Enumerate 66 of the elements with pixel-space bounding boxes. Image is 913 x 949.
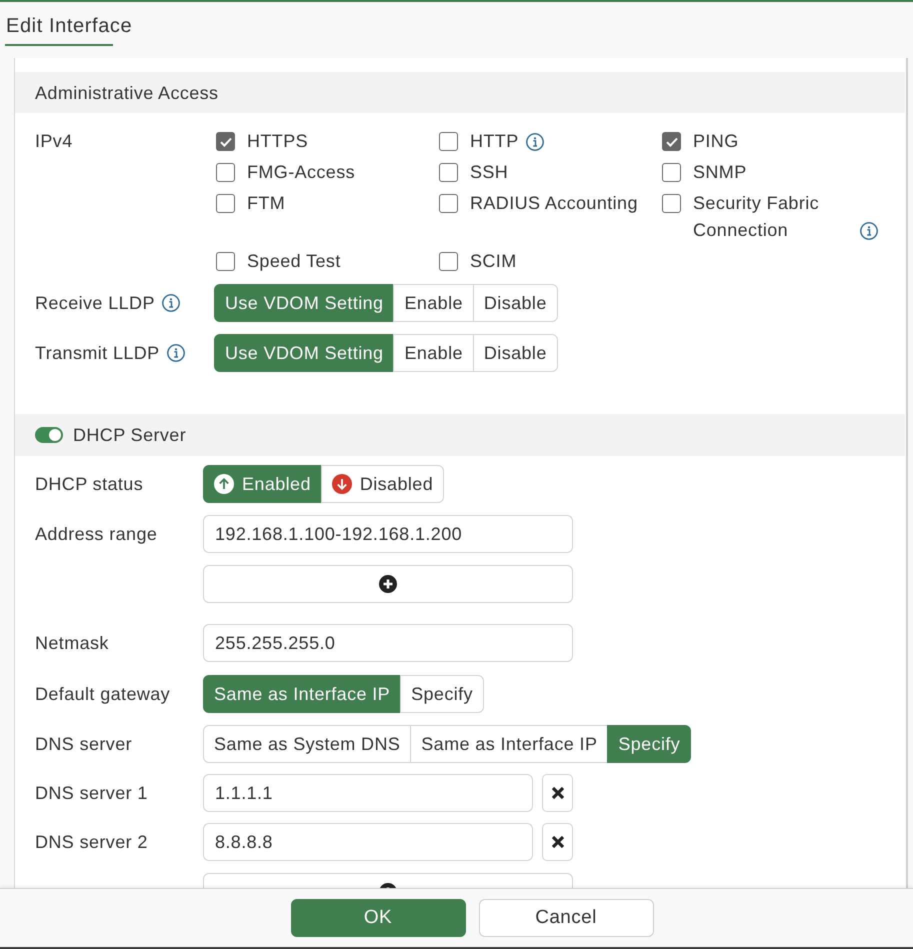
segment-button[interactable]: Enabled: [203, 465, 322, 503]
remove-button[interactable]: [542, 774, 573, 812]
checkbox[interactable]: [439, 252, 458, 271]
checkbox-label: FTM: [247, 192, 286, 215]
field-label: DNS server: [35, 733, 134, 756]
info-icon: [162, 294, 180, 312]
field-label: Address range: [35, 523, 158, 546]
field-label: DNS server 1: [35, 782, 149, 805]
x-icon: [550, 835, 564, 849]
checkbox-label: SCIM: [470, 250, 517, 273]
checkbox[interactable]: [439, 194, 458, 213]
checkbox-label: PING: [693, 130, 739, 153]
checkbox[interactable]: [216, 163, 235, 182]
dns-server-field[interactable]: 8.8.8.8: [203, 823, 533, 861]
checkbox-label: FMG-Access: [247, 161, 356, 184]
segment-button[interactable]: Use VDOM Setting: [214, 284, 394, 322]
info-icon: [860, 222, 878, 240]
dialog-title: Edit Interface: [6, 14, 132, 39]
field-label: Netmask: [35, 632, 110, 655]
segment-button[interactable]: Specify: [607, 725, 692, 763]
checkbox[interactable]: [662, 163, 681, 182]
section-title: DHCP Server: [73, 424, 186, 446]
ok-button[interactable]: OK: [290, 899, 466, 937]
segment-button[interactable]: Enable: [393, 334, 474, 372]
checkbox[interactable]: [439, 132, 458, 151]
checkbox-label: SNMP: [693, 161, 747, 184]
checkbox[interactable]: [216, 194, 235, 213]
segment-button[interactable]: Disabled: [320, 465, 444, 503]
segment-button[interactable]: Use VDOM Setting: [214, 334, 394, 372]
segment-button[interactable]: Same as Interface IP: [410, 725, 608, 763]
checkbox[interactable]: [662, 194, 681, 213]
address-range-field[interactable]: 192.168.1.100-192.168.1.200: [203, 515, 573, 553]
cancel-button[interactable]: Cancel: [478, 899, 654, 937]
field-label: Default gateway: [35, 683, 172, 706]
checkbox[interactable]: [216, 132, 235, 151]
checkbox[interactable]: [216, 252, 235, 271]
segment-button[interactable]: Same as Interface IP: [203, 675, 402, 713]
field-label: DNS server 2: [35, 831, 149, 854]
plus-icon: [379, 575, 397, 593]
dns-server-field[interactable]: 1.1.1.1: [203, 774, 533, 812]
toggle-switch[interactable]: [35, 427, 63, 443]
checkbox-label: Speed Test: [247, 250, 341, 273]
checkbox-label: Security Fabric Connection: [693, 192, 820, 242]
checkbox[interactable]: [662, 132, 681, 151]
checkbox-label: SSH: [470, 161, 508, 184]
checkmark-icon: [220, 136, 232, 146]
segment-button[interactable]: Disable: [472, 334, 558, 372]
field-label: IPv4: [35, 130, 74, 153]
segment-button[interactable]: Specify: [400, 675, 484, 713]
checkbox-label: RADIUS Accounting: [470, 192, 638, 215]
remove-button[interactable]: [542, 823, 573, 861]
checkbox-label: HTTP: [470, 130, 519, 153]
segment-button[interactable]: Enable: [393, 284, 474, 322]
segment-button[interactable]: Same as System DNS: [203, 725, 412, 763]
checkmark-icon: [666, 136, 678, 146]
checkbox-label: HTTPS: [247, 130, 308, 153]
section-title: Administrative Access: [35, 82, 218, 104]
checkbox[interactable]: [439, 163, 458, 182]
info-icon: [526, 133, 544, 151]
x-icon: [550, 786, 564, 800]
netmask-field[interactable]: 255.255.255.0: [203, 624, 573, 662]
field-label: Transmit LLDP: [35, 342, 160, 365]
info-icon: [166, 344, 185, 362]
field-label: Receive LLDP: [35, 292, 155, 315]
segment-button[interactable]: Disable: [472, 284, 558, 322]
field-label: DHCP status: [35, 473, 144, 496]
